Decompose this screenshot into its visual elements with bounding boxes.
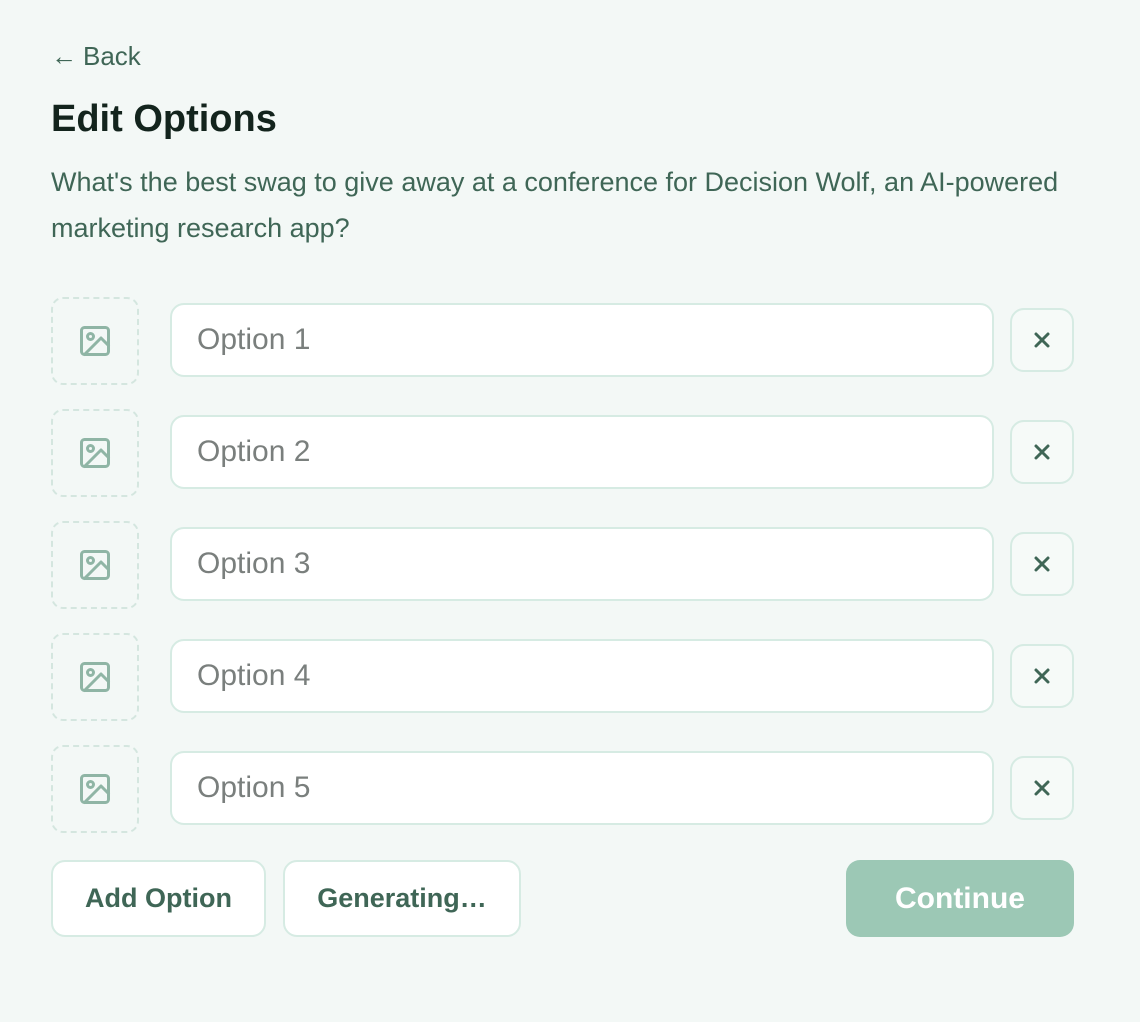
option-row — [51, 297, 1089, 409]
remove-option-button[interactable] — [1010, 308, 1074, 372]
image-upload-slot[interactable] — [51, 521, 139, 609]
option-input[interactable] — [170, 303, 994, 377]
remove-option-button[interactable] — [1010, 532, 1074, 596]
close-icon — [1034, 780, 1050, 796]
add-option-button[interactable]: Add Option — [51, 860, 266, 937]
remove-option-button[interactable] — [1010, 420, 1074, 484]
remove-option-button[interactable] — [1010, 644, 1074, 708]
close-icon — [1034, 332, 1050, 348]
image-upload-slot[interactable] — [51, 745, 139, 833]
image-icon — [80, 774, 110, 804]
option-input[interactable] — [170, 415, 994, 489]
page-title: Edit Options — [51, 98, 277, 140]
close-icon — [1034, 444, 1050, 460]
option-row — [51, 633, 1089, 745]
image-icon — [80, 438, 110, 468]
remove-option-button[interactable] — [1010, 756, 1074, 820]
continue-button[interactable]: Continue — [846, 860, 1074, 937]
back-arrow-icon: ← — [51, 41, 77, 71]
option-input[interactable] — [170, 751, 994, 825]
close-icon — [1034, 668, 1050, 684]
question-text: What's the best swag to give away at a c… — [51, 167, 1059, 243]
option-row — [51, 521, 1089, 633]
image-icon — [80, 326, 110, 356]
image-upload-slot[interactable] — [51, 409, 139, 497]
image-icon — [80, 662, 110, 692]
option-input[interactable] — [170, 527, 994, 601]
image-upload-slot[interactable] — [51, 633, 139, 721]
back-link[interactable]: ← Back — [51, 40, 141, 72]
option-row — [51, 409, 1089, 521]
close-icon — [1034, 556, 1050, 572]
option-input[interactable] — [170, 639, 994, 713]
action-bar: Add Option Generating… Continue — [51, 860, 1074, 937]
image-icon — [80, 550, 110, 580]
option-list — [51, 297, 1089, 857]
generate-options-button[interactable]: Generating… — [283, 860, 521, 937]
back-label: Back — [83, 41, 141, 71]
image-upload-slot[interactable] — [51, 297, 139, 385]
option-row — [51, 745, 1089, 857]
